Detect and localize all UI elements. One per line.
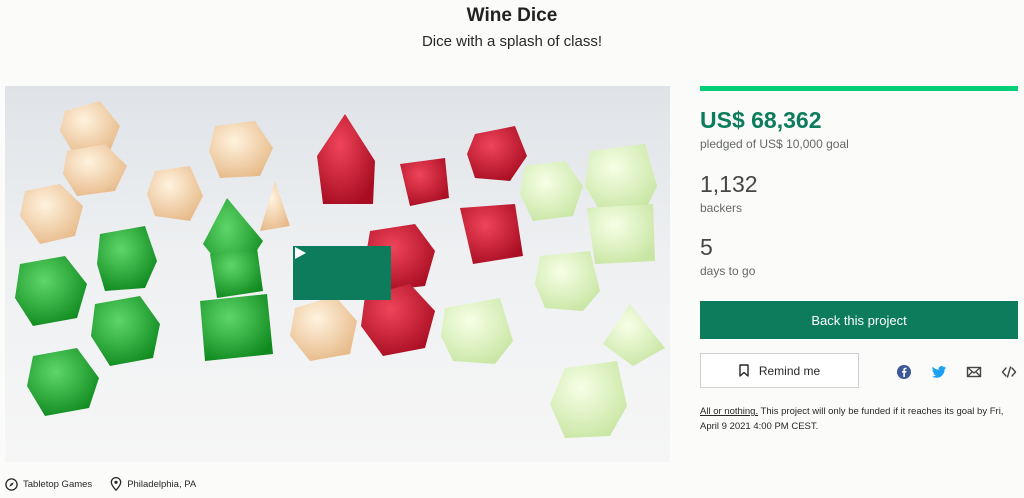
category-label: Tabletop Games	[23, 478, 93, 490]
play-button[interactable]	[293, 246, 391, 300]
embed-icon[interactable]	[1001, 364, 1017, 380]
pledged-amount: US$ 68,362	[700, 107, 822, 133]
backers-count: 1,132	[700, 171, 758, 197]
location-label: Philadelphia, PA	[127, 478, 197, 490]
category-tag[interactable]: Tabletop Games	[5, 477, 93, 491]
location-pin-icon	[110, 477, 122, 491]
funding-terms: All or nothing. This project will only b…	[700, 404, 1018, 434]
all-or-nothing-link[interactable]: All or nothing.	[700, 406, 758, 417]
remind-me-label: Remind me	[758, 363, 821, 378]
play-icon	[295, 247, 306, 259]
facebook-icon[interactable]	[896, 364, 912, 380]
pledged-goal-label: pledged of US$ 10,000 goal	[700, 137, 849, 151]
twitter-icon[interactable]	[931, 364, 947, 380]
backers-label: backers	[700, 201, 743, 215]
back-project-button[interactable]: Back this project	[700, 301, 1018, 339]
project-subtitle: Dice with a splash of class!	[421, 33, 603, 50]
remind-me-button[interactable]: Remind me	[700, 353, 859, 388]
email-icon[interactable]	[966, 364, 982, 380]
funding-progress-fill	[700, 86, 1018, 91]
days-remaining: 5	[700, 234, 713, 260]
project-tags: Tabletop Games Philadelphia, PA	[5, 475, 214, 493]
bookmark-icon	[739, 364, 749, 377]
location-tag[interactable]: Philadelphia, PA	[110, 477, 196, 491]
compass-icon	[5, 477, 18, 491]
days-remaining-label: days to go	[700, 264, 756, 278]
funding-progress-bar	[700, 86, 1018, 91]
project-video[interactable]	[5, 86, 670, 462]
project-title: Wine Dice	[466, 5, 558, 26]
